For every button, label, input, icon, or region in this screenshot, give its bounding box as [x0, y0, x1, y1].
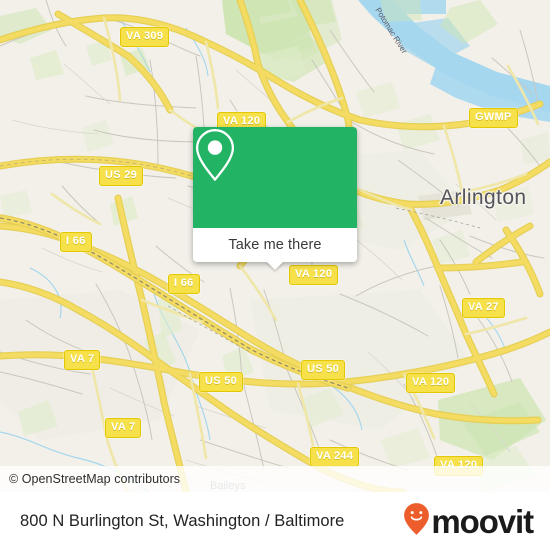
- location-popup-card[interactable]: Take me there: [193, 127, 357, 270]
- road-shield-va120-c: VA 120: [289, 265, 339, 285]
- moovit-brand[interactable]: moovit: [403, 502, 550, 541]
- osm-attribution-text[interactable]: © OpenStreetMap contributors: [0, 472, 180, 486]
- map-attribution-bar: © OpenStreetMap contributors: [0, 466, 550, 492]
- road-shield-va7-n: VA 7: [64, 350, 101, 370]
- road-shield-va120-se: VA 120: [406, 373, 456, 393]
- popup-card-header: [193, 127, 357, 228]
- road-shield-gwmp: GWMP: [469, 108, 518, 128]
- road-shield-us50-w: US 50: [199, 372, 244, 392]
- map-canvas[interactable]: .wtr{fill:#a5d7ef;} .wln{fill:none;strok…: [0, 0, 550, 492]
- take-me-there-label: Take me there: [228, 237, 322, 253]
- road-shield-va309: VA 309: [120, 27, 170, 47]
- take-me-there-button[interactable]: Take me there: [193, 228, 357, 270]
- moovit-map-screenshot: .wtr{fill:#a5d7ef;} .wln{fill:none;strok…: [0, 0, 550, 550]
- popup-pointer-tail: [266, 261, 284, 270]
- moovit-wordmark: moovit: [431, 502, 534, 540]
- address-title: 800 N Burlington St, Washington / Baltim…: [20, 511, 345, 530]
- road-shield-us29: US 29: [99, 166, 144, 186]
- road-shield-i66-w: I 66: [60, 232, 92, 252]
- footer-bar: 800 N Burlington St, Washington / Baltim…: [0, 492, 550, 550]
- road-shield-va27: VA 27: [462, 298, 505, 318]
- moovit-smiley-pin-icon: [403, 502, 430, 541]
- place-label-arlington: Arlington: [440, 186, 527, 209]
- road-shield-va244: VA 244: [310, 447, 360, 467]
- road-shield-us50-e: US 50: [301, 360, 346, 380]
- road-shield-i66-e: I 66: [168, 274, 200, 294]
- road-shield-va7-s: VA 7: [105, 418, 142, 438]
